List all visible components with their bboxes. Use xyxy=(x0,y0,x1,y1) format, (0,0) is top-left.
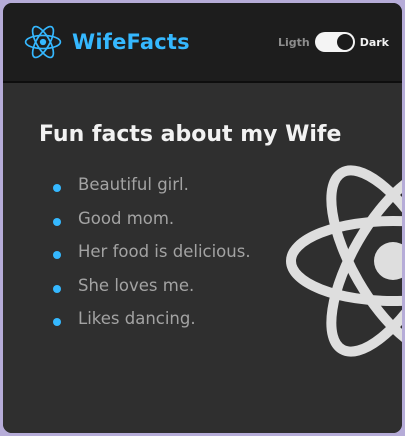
list-item: She loves me. xyxy=(53,276,251,310)
list-item: Her food is delicious. xyxy=(53,242,251,276)
fact-text: Beautiful girl. xyxy=(78,175,189,194)
light-mode-label: Ligth xyxy=(277,35,310,49)
brand-name: WifeFacts xyxy=(72,30,190,54)
bullet-icon xyxy=(53,318,61,326)
bullet-icon xyxy=(53,184,61,192)
app-card: WifeFacts Ligth Dark Fun facts about my … xyxy=(3,3,402,433)
theme-toggle: Ligth Dark xyxy=(278,32,389,52)
react-watermark-icon xyxy=(286,165,402,357)
theme-switch[interactable] xyxy=(314,32,355,52)
page-title: Fun facts about my Wife xyxy=(39,122,342,147)
list-item: Good mom. xyxy=(53,209,251,243)
dark-mode-label: Dark xyxy=(359,35,389,49)
list-item: Beautiful girl. xyxy=(53,175,251,209)
bullet-icon xyxy=(53,251,61,259)
main-content: Fun facts about my Wife Beautiful girl. … xyxy=(3,83,402,433)
bullet-icon xyxy=(53,284,61,293)
facts-list: Beautiful girl. Good mom. Her food is de… xyxy=(53,175,251,343)
list-item: Likes dancing. xyxy=(53,309,251,343)
fact-text: Likes dancing. xyxy=(78,309,196,328)
fact-text: Her food is delicious. xyxy=(78,242,251,261)
navbar: WifeFacts Ligth Dark xyxy=(3,3,402,83)
fact-text: Good mom. xyxy=(78,208,175,228)
fact-text: She loves me. xyxy=(78,275,195,295)
brand[interactable]: WifeFacts xyxy=(24,24,190,60)
switch-knob xyxy=(336,34,353,50)
react-logo-icon xyxy=(24,25,62,59)
bullet-icon xyxy=(53,217,61,226)
